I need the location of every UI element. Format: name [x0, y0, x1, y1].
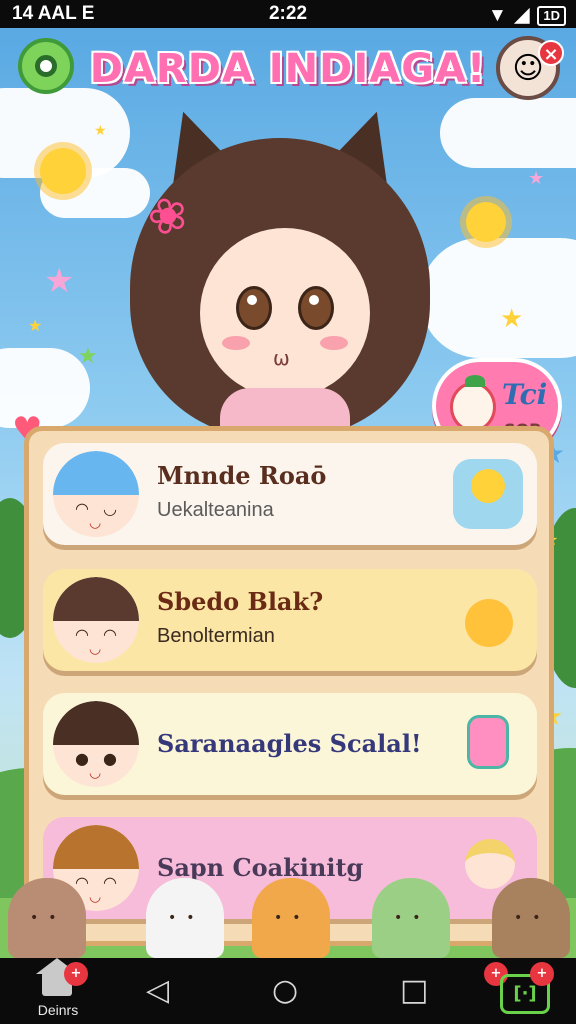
cloud	[420, 238, 576, 358]
avatar-hair	[53, 577, 139, 621]
bunny-pet-icon	[453, 585, 523, 655]
frog-critter: ••	[372, 878, 450, 958]
critter-face: ••	[274, 910, 311, 926]
avatar-hair	[53, 451, 139, 495]
battery-icon: 1D	[537, 5, 566, 26]
game-title: DARDA INDIAGA!	[89, 46, 487, 92]
blush	[222, 336, 250, 350]
card-title: Mnnde Roaō	[157, 461, 327, 490]
star-icon: ★	[28, 316, 43, 335]
avatar: ◠◡ ◡	[53, 451, 139, 537]
status-icons: ▼ ◢ 1D	[488, 4, 566, 27]
menu-card[interactable]: ◠◡ ◡ Mnnde Roaō Uekalteanina	[43, 443, 537, 545]
close-icon[interactable]: ×	[538, 40, 564, 66]
character-face: ω	[200, 228, 370, 398]
home-button[interactable]: ○	[272, 974, 298, 1008]
mouth: ω	[273, 346, 290, 370]
map-button[interactable]	[18, 38, 74, 94]
eye	[236, 286, 272, 330]
notification-badge: +	[64, 962, 88, 986]
avatar-mouth: ◡	[89, 641, 102, 657]
card-title: Sbedo Blak?	[157, 587, 324, 616]
critters-row: •• •• •• •• ••	[0, 868, 576, 958]
avatar-mouth: ◡	[89, 515, 102, 531]
avatar-eyes: ◠◠	[75, 625, 131, 644]
eye	[298, 286, 334, 330]
card-subtitle: Uekalteanina	[157, 499, 274, 521]
menu-card[interactable]: ●● ◡ Saranaagles Scalal!	[43, 693, 537, 795]
star-icon: ★	[500, 304, 524, 334]
duck-pet-icon	[453, 459, 523, 529]
map-pin-icon	[35, 55, 57, 77]
blush	[320, 336, 348, 350]
card-subtitle: Benoltermian	[157, 625, 275, 647]
cat-critter: ••	[492, 878, 570, 958]
critter-face: ••	[30, 910, 67, 926]
game-scene: ★ ★ ★ ★ ★ ★ ★ ★ ★ DARDA INDIAGA! ☺ × ω ❀…	[0, 28, 576, 958]
avatar-hair	[53, 701, 139, 745]
star-icon: ★	[78, 344, 98, 369]
wifi-icon: ▼	[487, 4, 507, 26]
navigation-bar: Deinrs + ◁ ○ □ + [·] +	[0, 958, 576, 1024]
shop-badge-title: Tci	[502, 378, 548, 411]
avatar: ◠◠ ◡	[53, 577, 139, 663]
avatar-hair	[53, 825, 139, 869]
hero-character: ω ❀	[120, 98, 440, 448]
avatar-eyes: ●●	[75, 749, 131, 768]
star-icon: ★	[94, 123, 107, 139]
cat-critter: ••	[8, 878, 86, 958]
star-icon: ★	[528, 168, 545, 189]
bear-critter: ••	[146, 878, 224, 958]
signal-icon: ◢	[514, 5, 530, 26]
home-tab-label: Deinrs	[37, 1002, 79, 1018]
critter-face: ••	[394, 910, 431, 926]
sun-icon	[40, 148, 86, 194]
dog-critter: ••	[252, 878, 330, 958]
star-icon: ★	[44, 261, 75, 301]
sun-icon	[466, 202, 506, 242]
avatar-mouth: ◡	[89, 765, 102, 781]
recent-apps-button[interactable]: □	[400, 974, 428, 1008]
card-title: Saranaagles Scalal!	[157, 729, 422, 758]
critter-face: ••	[514, 910, 551, 926]
status-bar: 14 AAL E 2:22 ▼ ◢ 1D	[0, 0, 576, 28]
cloud	[440, 98, 576, 168]
avatar: ●● ◡	[53, 701, 139, 787]
strawberry-icon	[450, 375, 496, 432]
critter-face: ••	[168, 910, 205, 926]
back-button[interactable]: ◁	[146, 974, 169, 1008]
avatar-eyes: ◠◡	[75, 499, 131, 518]
notification-badge: +	[530, 962, 554, 986]
menu-card[interactable]: ◠◠ ◡ Sbedo Blak? Benoltermian	[43, 569, 537, 671]
backpack-icon	[453, 709, 523, 779]
